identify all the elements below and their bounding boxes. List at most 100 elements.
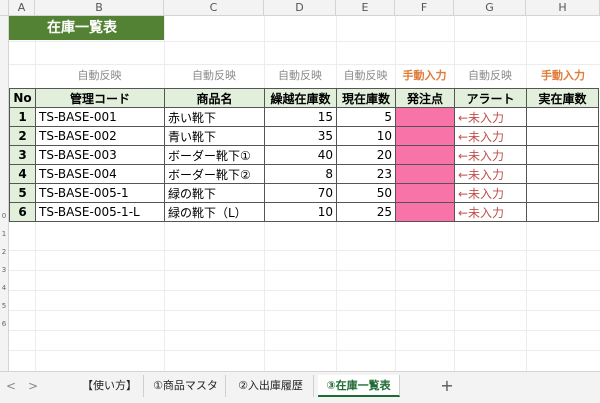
field-source-label-h[interactable]: 手動入力 [526, 68, 600, 84]
field-source-label-d[interactable]: 自動反映 [264, 68, 336, 84]
cell-carryover-stock[interactable]: 8 [264, 164, 337, 184]
field-source-label-g[interactable]: 自動反映 [454, 68, 526, 84]
field-source-label-e[interactable]: 自動反映 [336, 68, 395, 84]
column-header-d[interactable]: D [264, 0, 336, 15]
gridline [9, 270, 600, 271]
column-header-b[interactable]: B [35, 0, 164, 15]
cell-reorder-point-input[interactable] [395, 107, 455, 127]
row-header[interactable]: 2 [0, 248, 8, 256]
cell-current-stock[interactable]: 5 [336, 107, 396, 127]
column-header-a[interactable]: A [9, 0, 35, 15]
header-carryover-stock[interactable]: 繰越在庫数 [264, 88, 337, 108]
header-current-stock[interactable]: 現在庫数 [336, 88, 396, 108]
row-header[interactable]: 1 [0, 230, 8, 238]
table-row: 1 TS-BASE-001 赤い靴下 15 5 ←未入力 [9, 107, 599, 127]
cell-product-name[interactable]: 赤い靴下 [164, 107, 265, 127]
table-row: 3 TS-BASE-003 ボーダー靴下① 40 20 ←未入力 [9, 145, 599, 165]
cell-alert[interactable]: ←未入力 [454, 145, 527, 165]
header-alert[interactable]: アラート [454, 88, 527, 108]
cell-actual-stock-input[interactable] [526, 126, 599, 146]
cell-code[interactable]: TS-BASE-003 [35, 145, 165, 165]
sheet-tab-product-master[interactable]: ①商品マスタ [146, 375, 226, 397]
select-all-corner[interactable] [0, 0, 9, 15]
cell-carryover-stock[interactable]: 40 [264, 145, 337, 165]
cell-reorder-point-input[interactable] [395, 164, 455, 184]
cell-code[interactable]: TS-BASE-005-1 [35, 183, 165, 203]
row-header[interactable]: 6 [0, 320, 8, 328]
cell-no[interactable]: 4 [9, 164, 36, 184]
cell-alert[interactable]: ←未入力 [454, 202, 527, 222]
cell-no[interactable]: 6 [9, 202, 36, 222]
cell-alert[interactable]: ←未入力 [454, 126, 527, 146]
inventory-table: No 管理コード 商品名 繰越在庫数 現在庫数 発注点 アラート 実在庫数 1 … [9, 88, 599, 222]
cell-current-stock[interactable]: 23 [336, 164, 396, 184]
add-sheet-icon[interactable]: + [438, 375, 456, 397]
cell-code[interactable]: TS-BASE-001 [35, 107, 165, 127]
field-source-label-b[interactable]: 自動反映 [35, 68, 164, 84]
column-header-c[interactable]: C [164, 0, 264, 15]
cell-no[interactable]: 3 [9, 145, 36, 165]
cell-actual-stock-input[interactable] [526, 183, 599, 203]
header-no[interactable]: No [9, 88, 36, 108]
cell-code[interactable]: TS-BASE-002 [35, 126, 165, 146]
column-header-g[interactable]: G [454, 0, 526, 15]
cell-product-name[interactable]: ボーダー靴下① [164, 145, 265, 165]
row-header[interactable]: 4 [0, 284, 8, 292]
gridline [9, 310, 600, 311]
column-header-f[interactable]: F [395, 0, 454, 15]
gridline [9, 250, 600, 251]
header-product-name[interactable]: 商品名 [164, 88, 265, 108]
tab-scroll-right-icon[interactable]: > [26, 378, 40, 394]
sheet-title[interactable]: 在庫一覧表 [9, 16, 164, 40]
cell-current-stock[interactable]: 10 [336, 126, 396, 146]
cell-carryover-stock[interactable]: 15 [264, 107, 337, 127]
cell-alert[interactable]: ←未入力 [454, 164, 527, 184]
cell-product-name[interactable]: 緑の靴下 [164, 183, 265, 203]
header-actual-stock[interactable]: 実在庫数 [526, 88, 599, 108]
cell-reorder-point-input[interactable] [395, 202, 455, 222]
cell-product-name[interactable]: 青い靴下 [164, 126, 265, 146]
column-header-row: A B C D E F G H [0, 0, 600, 16]
table-row: 5 TS-BASE-005-1 緑の靴下 70 50 ←未入力 [9, 183, 599, 203]
gridline [9, 64, 600, 65]
cell-current-stock[interactable]: 20 [336, 145, 396, 165]
tab-scroll-left-icon[interactable]: < [4, 378, 18, 394]
sheet-tab-how-to-use[interactable]: 【使い方】 [76, 375, 144, 397]
row-header[interactable]: 0 [0, 212, 8, 220]
column-header-h[interactable]: H [526, 0, 600, 15]
header-reorder-point[interactable]: 発注点 [395, 88, 455, 108]
cell-no[interactable]: 1 [9, 107, 36, 127]
cell-actual-stock-input[interactable] [526, 202, 599, 222]
row-header-strip: 0 1 2 3 4 5 6 [0, 16, 9, 371]
cell-actual-stock-input[interactable] [526, 145, 599, 165]
cell-alert[interactable]: ←未入力 [454, 107, 527, 127]
cell-product-name[interactable]: ボーダー靴下② [164, 164, 265, 184]
cell-product-name[interactable]: 緑の靴下（L） [164, 202, 265, 222]
sheet-tab-stock-history[interactable]: ②入出庫履歴 [228, 375, 314, 397]
cell-reorder-point-input[interactable] [395, 183, 455, 203]
table-header-row: No 管理コード 商品名 繰越在庫数 現在庫数 発注点 アラート 実在庫数 [9, 88, 599, 108]
field-source-label-c[interactable]: 自動反映 [164, 68, 264, 84]
table-row: 2 TS-BASE-002 青い靴下 35 10 ←未入力 [9, 126, 599, 146]
cell-current-stock[interactable]: 50 [336, 183, 396, 203]
cell-current-stock[interactable]: 25 [336, 202, 396, 222]
sheet-tab-inventory-list[interactable]: ③在庫一覧表 [318, 375, 400, 397]
row-header[interactable]: 5 [0, 302, 8, 310]
cell-no[interactable]: 5 [9, 183, 36, 203]
column-header-e[interactable]: E [336, 0, 395, 15]
table-row: 6 TS-BASE-005-1-L 緑の靴下（L） 10 25 ←未入力 [9, 202, 599, 222]
cell-reorder-point-input[interactable] [395, 145, 455, 165]
cell-alert[interactable]: ←未入力 [454, 183, 527, 203]
cell-carryover-stock[interactable]: 10 [264, 202, 337, 222]
cell-reorder-point-input[interactable] [395, 126, 455, 146]
cell-carryover-stock[interactable]: 70 [264, 183, 337, 203]
cell-no[interactable]: 2 [9, 126, 36, 146]
cell-code[interactable]: TS-BASE-005-1-L [35, 202, 165, 222]
header-code[interactable]: 管理コード [35, 88, 165, 108]
cell-actual-stock-input[interactable] [526, 164, 599, 184]
cell-carryover-stock[interactable]: 35 [264, 126, 337, 146]
row-header[interactable]: 3 [0, 266, 8, 274]
cell-code[interactable]: TS-BASE-004 [35, 164, 165, 184]
field-source-label-f[interactable]: 手動入力 [395, 68, 454, 84]
cell-actual-stock-input[interactable] [526, 107, 599, 127]
